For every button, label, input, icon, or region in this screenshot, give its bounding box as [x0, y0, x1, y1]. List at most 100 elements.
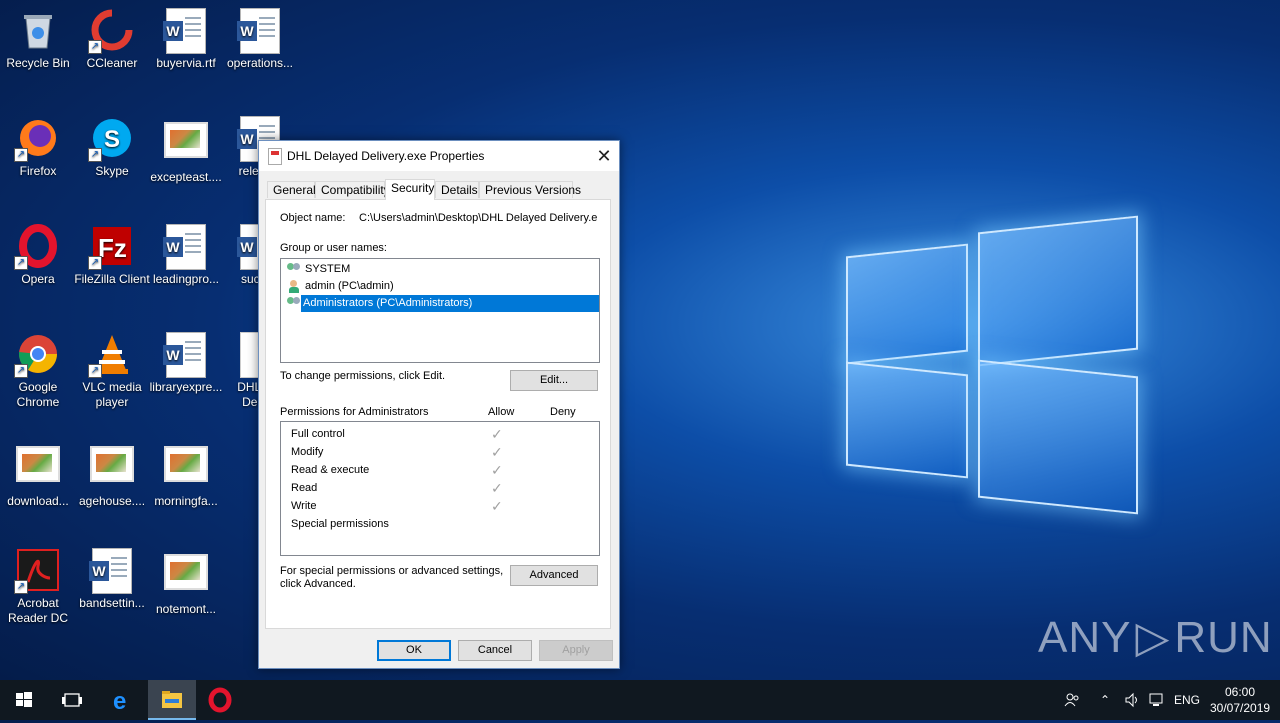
shortcut-arrow-icon: ↗ [14, 364, 28, 378]
word-document-icon: W [89, 548, 134, 594]
desktop-icon[interactable]: S ↗ Skype [74, 116, 150, 179]
chevron-up-icon[interactable]: ⌃ [1100, 680, 1110, 720]
image-file-icon [164, 122, 208, 166]
desktop-icon[interactable]: ↗ Google Chrome [0, 332, 76, 410]
desktop-icon-label: Acrobat Reader DC [7, 596, 69, 625]
permissions-listbox[interactable]: Full control ✓ Modify ✓ Read & execute ✓ Read ✓… [280, 421, 600, 556]
desktop-icon[interactable]: Wbuyervia.rtf [148, 8, 224, 71]
list-item-system[interactable]: SYSTEM [285, 261, 350, 278]
advanced-button[interactable]: Advanced [510, 565, 598, 586]
shortcut-arrow-icon: ↗ [88, 364, 102, 378]
desktop-icon-label: Firefox [19, 164, 57, 178]
word-document-icon: W [163, 8, 208, 54]
desktop-icon[interactable]: ↗ Acrobat Reader DC [0, 548, 76, 626]
desktop-icon[interactable]: ↗ Opera [0, 224, 76, 287]
desktop-icon[interactable]: Fz ↗ FileZilla Client [74, 224, 150, 287]
task-view-icon [62, 693, 82, 707]
desktop-icon-label: libraryexpre... [149, 380, 223, 394]
recycle-bin-icon [16, 8, 60, 52]
desktop-icon-label: Recycle Bin [6, 56, 70, 70]
properties-dialog[interactable]: DHL Delayed Delivery.exe Properties ✕ Ge… [258, 140, 620, 669]
deny-header: Deny [550, 406, 576, 418]
taskbar: e ⌃ ENG 06:00 30/07/2019 [0, 680, 1280, 720]
title-bar[interactable]: DHL Delayed Delivery.exe Properties ✕ [259, 141, 619, 171]
task-view-button[interactable] [48, 680, 96, 720]
taskbar-file-explorer[interactable] [148, 680, 196, 720]
edge-icon: e [113, 688, 126, 715]
group-icon [287, 297, 301, 310]
tab-security[interactable]: Security [385, 179, 435, 200]
permission-row: Read & execute [291, 464, 370, 476]
taskbar-edge[interactable]: e [98, 680, 146, 720]
clock-date: 30/07/2019 [1210, 701, 1271, 715]
desktop-icon[interactable]: ↗ Firefox [0, 116, 76, 179]
allow-header: Allow [488, 406, 515, 418]
svg-text:S: S [104, 126, 120, 153]
permission-row: Write [291, 500, 317, 512]
desktop-icon-label: Skype [95, 164, 129, 178]
user-icon [287, 280, 301, 293]
list-item-administrators[interactable]: Administrators (PC\Administrators) [301, 295, 599, 312]
word-document-icon: W [237, 8, 282, 54]
users-listbox[interactable]: SYSTEM admin (PC\admin) Administrators (… [280, 258, 600, 363]
desktop-icon-label: leadingpro... [152, 272, 220, 286]
permissions-label: Permissions for Administrators [280, 406, 429, 418]
opera-icon: ↗ [14, 224, 60, 270]
taskbar-opera[interactable] [196, 680, 244, 720]
permission-row: Modify [291, 446, 324, 458]
shortcut-arrow-icon: ↗ [88, 148, 102, 162]
cancel-button[interactable]: Cancel [458, 640, 532, 661]
desktop-icon[interactable]: download... [0, 440, 76, 509]
desktop-icon-label: operations... [226, 56, 294, 70]
windows-logo-wallpaper [840, 210, 1140, 515]
desktop-icon[interactable]: agehouse.... [74, 440, 150, 509]
object-name-label: Object name: [280, 212, 346, 224]
tab-previous-versions[interactable]: Previous Versions [479, 181, 581, 198]
desktop-icon[interactable]: morningfa... [148, 440, 224, 509]
shortcut-arrow-icon: ↗ [14, 256, 28, 270]
close-button[interactable]: ✕ [589, 141, 619, 171]
language-indicator[interactable]: ENG [1174, 680, 1200, 720]
desktop-icon[interactable]: excepteast.... [148, 116, 224, 185]
allow-check-icon: ✓ [491, 444, 503, 460]
group-label: Group or user names: [280, 242, 387, 254]
tab-details[interactable]: Details [435, 181, 479, 198]
volume-icon[interactable] [1124, 692, 1140, 708]
desktop-icon[interactable]: Woperations... [222, 8, 298, 71]
skype-icon: S ↗ [88, 116, 134, 162]
advanced-text-1: For special permissions or advanced sett… [280, 565, 504, 577]
allow-check-icon: ✓ [491, 462, 503, 478]
desktop-icon[interactable]: Recycle Bin [0, 8, 76, 71]
edit-button[interactable]: Edit... [510, 370, 598, 391]
desktop-icon-label: CCleaner [86, 56, 138, 70]
shortcut-arrow-icon: ↗ [14, 580, 28, 594]
clock-time: 06:00 [1224, 685, 1256, 699]
shortcut-arrow-icon: ↗ [88, 40, 102, 54]
desktop-icon-label: Opera [21, 272, 55, 286]
desktop-icon-label: Google Chrome [16, 380, 60, 409]
shortcut-arrow-icon: ↗ [88, 256, 102, 270]
image-file-icon [16, 446, 60, 490]
tab-general[interactable]: General [267, 181, 316, 198]
ok-button[interactable]: OK [377, 640, 451, 661]
desktop-icon[interactable]: ↗ CCleaner [74, 8, 150, 71]
desktop-icon[interactable]: Wlibraryexpre... [148, 332, 224, 395]
start-button[interactable] [0, 680, 48, 720]
ccleaner-icon: ↗ [88, 8, 134, 54]
svg-text:e: e [113, 688, 126, 715]
permission-row: Full control [291, 428, 345, 440]
apply-button[interactable]: Apply [539, 640, 613, 661]
clock[interactable]: 06:00 30/07/2019 [1210, 684, 1270, 716]
desktop-icon[interactable]: notemont... [148, 548, 224, 617]
image-file-icon [90, 446, 134, 490]
tab-compatibility[interactable]: Compatibility [315, 181, 390, 198]
list-item-admin[interactable]: admin (PC\admin) [285, 278, 394, 295]
desktop-icon[interactable]: ↗ VLC media player [74, 332, 150, 410]
file-icon [268, 148, 282, 165]
desktop-icon[interactable]: Wbandsettin... [74, 548, 150, 611]
anyrun-watermark: ANY▷RUN [1038, 613, 1273, 662]
desktop-icon[interactable]: Wleadingpro... [148, 224, 224, 287]
network-icon[interactable] [1148, 692, 1166, 708]
allow-check-icon: ✓ [491, 498, 503, 514]
people-icon[interactable] [1064, 692, 1080, 708]
